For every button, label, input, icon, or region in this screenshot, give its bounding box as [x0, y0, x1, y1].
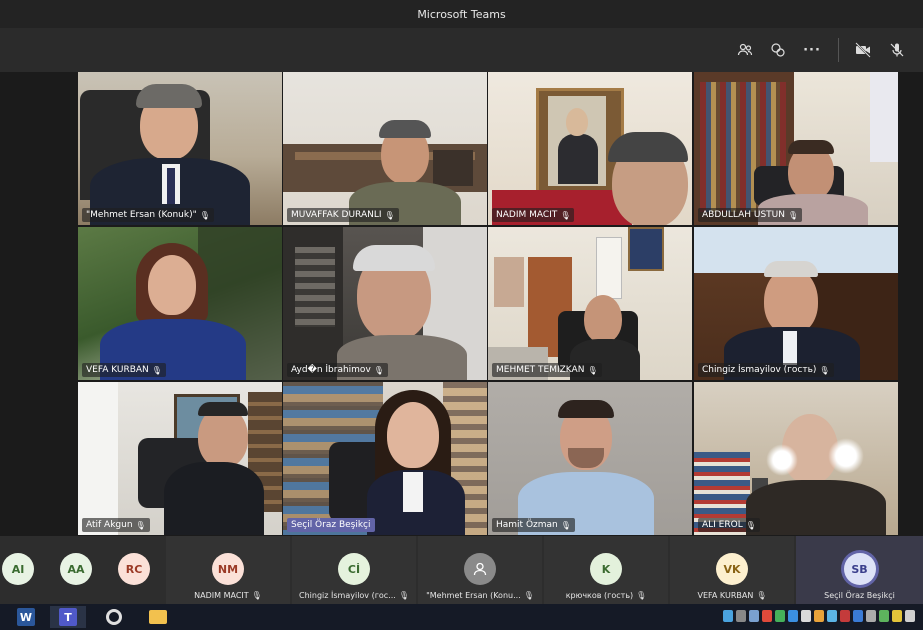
participant-card[interactable]: "Mehmet Ersan (Konu... 🎙: [418, 536, 542, 604]
participant-nameplate: Hamit Özman 🎙: [492, 518, 575, 532]
avatar: RC: [118, 553, 150, 585]
mic-icon: 🎙: [151, 365, 162, 375]
tray-icon[interactable]: [762, 610, 772, 622]
participant-tray: AI AA RC NM NADIM MACIT 🎙 Cİ Chingiz İsma…: [0, 536, 923, 604]
video-tile[interactable]: ALI EROL 🎙: [694, 382, 898, 535]
person-icon: [464, 553, 496, 585]
participant-card[interactable]: NM NADIM MACIT 🎙: [166, 536, 290, 604]
tray-icon[interactable]: [749, 610, 759, 622]
video-tile[interactable]: MUVAFFAK DURANLI 🎙: [283, 72, 487, 225]
video-tile[interactable]: Hamit Özman 🎙: [488, 382, 692, 535]
video-off-icon[interactable]: [852, 40, 874, 60]
mic-icon: 🎙: [560, 520, 571, 530]
mic-off-icon: 🎙: [756, 591, 767, 600]
video-tile[interactable]: Seçil Öraz Beşikçi: [283, 382, 487, 535]
avatar: SB: [843, 553, 876, 585]
participant-name: Seçil Öraz Beşikçi: [824, 591, 895, 600]
mic-icon: 🎙: [560, 210, 571, 220]
participant-nameplate: Chingiz İsmayilov (гость) 🎙: [698, 363, 834, 377]
participant-nameplate: Atif Akgun 🎙: [82, 518, 150, 532]
mic-icon: 🎙: [384, 210, 395, 220]
tray-icon[interactable]: [814, 610, 824, 622]
system-tray: [723, 610, 915, 622]
tray-icon[interactable]: [736, 610, 746, 622]
participant-avatar[interactable]: AI: [2, 536, 34, 604]
more-options-label: ···: [803, 42, 821, 58]
tray-icon[interactable]: [723, 610, 733, 622]
tray-icon[interactable]: [892, 610, 902, 622]
mic-icon: 🎙: [819, 365, 830, 375]
window-title: Microsoft Teams: [417, 7, 506, 21]
avatar: VK: [716, 553, 748, 585]
participant-name: VEFA KURBAN: [697, 591, 754, 600]
avatar: AA: [60, 553, 92, 585]
tray-icon[interactable]: [827, 610, 837, 622]
video-tile[interactable]: ABDULLAH USTUN 🎙: [694, 72, 898, 225]
tray-icon[interactable]: [853, 610, 863, 622]
avatar: NM: [212, 553, 244, 585]
avatar: AI: [2, 553, 34, 585]
participant-nameplate: MEHMET TEMIZKAN 🎙: [492, 363, 602, 377]
video-tile[interactable]: Ayd�n İbrahimov 🎙: [283, 227, 487, 380]
participant-nameplate: Seçil Öraz Beşikçi: [287, 518, 375, 532]
mic-off-icon: 🎙: [523, 591, 534, 600]
participant-card[interactable]: K крючков (гость) 🎙: [544, 536, 668, 604]
avatar: Cİ: [338, 553, 370, 585]
participant-name: "Mehmet Ersan (Konu...: [426, 591, 521, 600]
participant-nameplate: ALI EROL 🎙: [698, 518, 760, 532]
volume-icon[interactable]: [905, 610, 915, 622]
word-icon[interactable]: W: [8, 606, 44, 628]
tray-icon[interactable]: [775, 610, 785, 622]
tray-icon[interactable]: [866, 610, 876, 622]
opera-icon[interactable]: [96, 606, 132, 628]
participant-name: Chingiz İsmayilov (гос...: [299, 591, 396, 600]
video-tile[interactable]: NADIM MACIT 🎙: [488, 72, 692, 225]
people-icon[interactable]: [734, 40, 756, 60]
participant-avatar[interactable]: AA: [60, 536, 92, 604]
mic-icon: 🎙: [135, 520, 146, 530]
video-tile[interactable]: Chingiz İsmayilov (гость) 🎙: [694, 227, 898, 380]
file-explorer-icon[interactable]: [140, 606, 176, 628]
mic-icon: 🎙: [373, 365, 384, 375]
video-tile[interactable]: VEFA KURBAN 🎙: [78, 227, 282, 380]
mic-off-icon: 🎙: [398, 591, 409, 600]
mic-icon: 🎙: [199, 210, 210, 220]
tray-icon[interactable]: [879, 610, 889, 622]
participant-name: крючков (гость): [565, 591, 634, 600]
participant-nameplate: "Mehmet Ersan (Konuk)" 🎙: [82, 208, 214, 222]
participant-nameplate: Ayd�n İbrahimov 🎙: [287, 363, 388, 377]
video-tile[interactable]: MEHMET TEMIZKAN 🎙: [488, 227, 692, 380]
avatar: K: [590, 553, 622, 585]
video-grid: "Mehmet Ersan (Konuk)" 🎙 MUVAFFAK DURANLI…: [0, 72, 923, 536]
participant-nameplate: NADIM MACIT 🎙: [492, 208, 575, 222]
participant-card[interactable]: VK VEFA KURBAN 🎙: [670, 536, 794, 604]
tray-icon[interactable]: [801, 610, 811, 622]
teams-icon[interactable]: T: [50, 606, 86, 628]
tray-icon[interactable]: [840, 610, 850, 622]
mic-icon: 🎙: [745, 520, 756, 530]
participant-name: NADIM MACIT: [194, 591, 249, 600]
tray-icon[interactable]: [788, 610, 798, 622]
mic-off-icon[interactable]: [886, 40, 908, 60]
participant-card[interactable]: Cİ Chingiz İsmayilov (гос... 🎙: [292, 536, 416, 604]
participant-nameplate: MUVAFFAK DURANLI 🎙: [287, 208, 399, 222]
participant-card[interactable]: SB Seçil Öraz Beşikçi: [796, 536, 923, 604]
more-options-button[interactable]: ···: [801, 40, 823, 60]
video-tile[interactable]: Atif Akgun 🎙: [78, 382, 282, 535]
windows-taskbar: W T: [0, 604, 923, 630]
window-titlebar: Microsoft Teams: [0, 0, 923, 28]
participant-avatar[interactable]: RC: [118, 536, 150, 604]
toolbar-divider: [838, 38, 839, 62]
chat-icon[interactable]: [767, 40, 789, 60]
participant-nameplate: ABDULLAH USTUN 🎙: [698, 208, 803, 222]
meeting-controls-bar: ···: [0, 28, 923, 73]
mic-icon: 🎙: [788, 210, 799, 220]
video-tile[interactable]: "Mehmet Ersan (Konuk)" 🎙: [78, 72, 282, 225]
mic-off-icon: 🎙: [251, 591, 262, 600]
mic-icon: 🎙: [587, 365, 598, 375]
participant-nameplate: VEFA KURBAN 🎙: [82, 363, 166, 377]
mic-off-icon: 🎙: [636, 591, 647, 600]
